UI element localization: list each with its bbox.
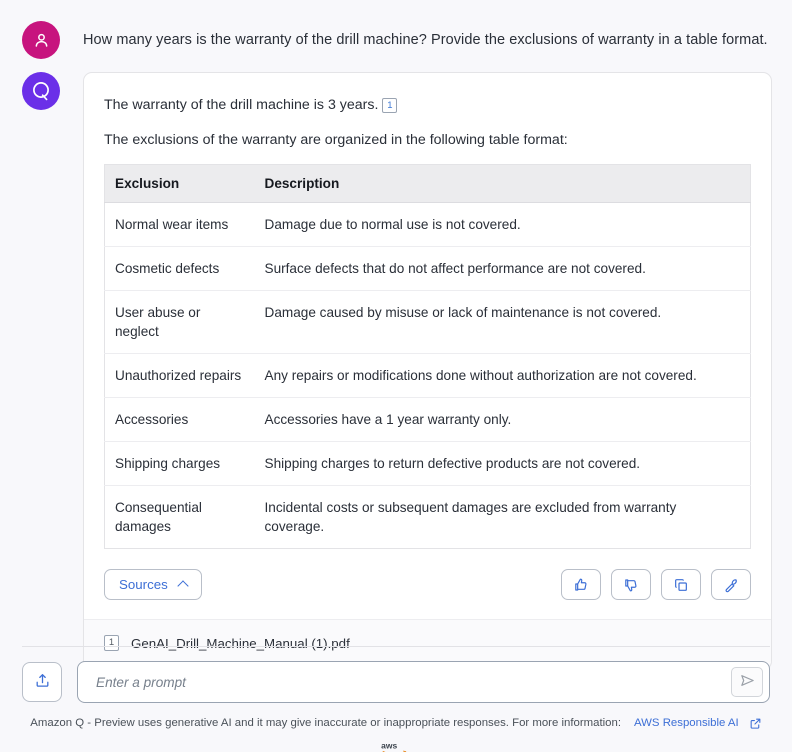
table-header-row: Exclusion Description — [104, 164, 751, 203]
amazon-q-logo-icon — [22, 72, 60, 110]
response-actions-row: Sources — [84, 549, 771, 619]
prompt-input-wrapper[interactable] — [77, 661, 770, 703]
thumbs-up-button[interactable] — [561, 569, 601, 600]
prompt-input[interactable] — [94, 662, 731, 702]
cell-exclusion: Cosmetic defects — [104, 246, 255, 291]
footer-disclaimer-row: Amazon Q - Preview uses generative AI an… — [30, 717, 761, 730]
thumbs-down-button[interactable] — [611, 569, 651, 600]
answer-paragraph-2: The exclusions of the warranty are organ… — [104, 132, 568, 148]
table-row: Accessories Accessories have a 1 year wa… — [104, 397, 751, 442]
table-row: Unauthorized repairs Any repairs or modi… — [104, 353, 751, 398]
column-header-description: Description — [254, 164, 751, 203]
cell-exclusion: Consequential damages — [115, 500, 202, 534]
footer: Amazon Q - Preview uses generative AI an… — [0, 713, 792, 752]
aws-logo: aws — [0, 740, 792, 752]
table-row: User abuse or neglect Damage caused by m… — [104, 290, 751, 354]
assistant-avatar — [22, 72, 60, 110]
assistant-response-card: The warranty of the drill machine is 3 y… — [83, 72, 772, 670]
cell-exclusion: Shipping charges — [104, 441, 255, 486]
copy-icon — [673, 577, 689, 593]
assistant-message-turn: The warranty of the drill machine is 3 y… — [0, 59, 792, 670]
cell-description: Damage caused by misuse or lack of maint… — [254, 290, 751, 354]
user-message-turn: How many years is the warranty of the dr… — [0, 0, 792, 59]
source-document-name[interactable]: GenAI_Drill_Machine_Manual (1).pdf — [131, 636, 350, 651]
footer-disclaimer-text: Amazon Q - Preview uses generative AI an… — [30, 717, 621, 729]
response-body: The warranty of the drill machine is 3 y… — [84, 73, 771, 549]
copy-button[interactable] — [661, 569, 701, 600]
cell-description: Any repairs or modifications done withou… — [254, 353, 751, 398]
user-message-text: How many years is the warranty of the dr… — [83, 32, 768, 48]
answer-paragraph-1-text: The warranty of the drill machine is 3 y… — [104, 97, 379, 113]
table-head: Exclusion Description — [104, 164, 751, 203]
answer-paragraph-1: The warranty of the drill machine is 3 y… — [104, 95, 751, 115]
cell-exclusion: Unauthorized repairs — [104, 353, 255, 398]
table-row: Cosmetic defects Surface defects that do… — [104, 246, 751, 291]
cell-description: Surface defects that do not affect perfo… — [254, 246, 751, 291]
table-row: Normal wear items Damage due to normal u… — [104, 202, 751, 247]
composer-divider — [22, 646, 770, 647]
feedback-actions — [561, 569, 751, 600]
upload-icon — [34, 672, 51, 692]
aws-responsible-ai-link[interactable]: AWS Responsible AI — [634, 717, 739, 729]
cell-exclusion: Normal wear items — [104, 202, 255, 247]
wrench-icon — [723, 577, 739, 593]
thumbs-up-icon — [573, 577, 589, 593]
column-header-exclusion: Exclusion — [104, 164, 255, 203]
table-row: Consequential damages Incidental costs o… — [105, 486, 751, 549]
cell-description: Incidental costs or subsequent damages a… — [264, 500, 677, 534]
svg-text:aws: aws — [381, 741, 397, 751]
prompt-composer — [22, 661, 770, 703]
table-row: Shipping charges Shipping charges to ret… — [104, 441, 751, 486]
chevron-up-icon — [179, 580, 188, 589]
citation-badge[interactable]: 1 — [382, 98, 398, 114]
sources-toggle-button[interactable]: Sources — [104, 569, 202, 600]
table-body: Normal wear items Damage due to normal u… — [104, 202, 751, 549]
amazon-q-chat-app: How many years is the warranty of the dr… — [0, 0, 792, 752]
thumbs-down-icon — [623, 577, 639, 593]
send-paper-plane-icon — [739, 672, 756, 692]
upload-file-button[interactable] — [22, 662, 62, 702]
cell-description: Damage due to normal use is not covered. — [254, 202, 751, 247]
user-person-icon — [22, 21, 60, 59]
cell-exclusion: User abuse or neglect — [104, 290, 255, 354]
source-index-badge: 1 — [104, 635, 119, 651]
warranty-exclusions-table: Exclusion Description Normal wear items … — [104, 164, 751, 549]
external-link-icon[interactable] — [749, 717, 762, 730]
cell-description: Accessories have a 1 year warranty only. — [254, 397, 751, 442]
cell-description: Shipping charges to return defective pro… — [254, 441, 751, 486]
sources-button-label: Sources — [119, 577, 168, 592]
send-button[interactable] — [731, 667, 763, 697]
wrench-button[interactable] — [711, 569, 751, 600]
cell-exclusion: Accessories — [104, 397, 255, 442]
